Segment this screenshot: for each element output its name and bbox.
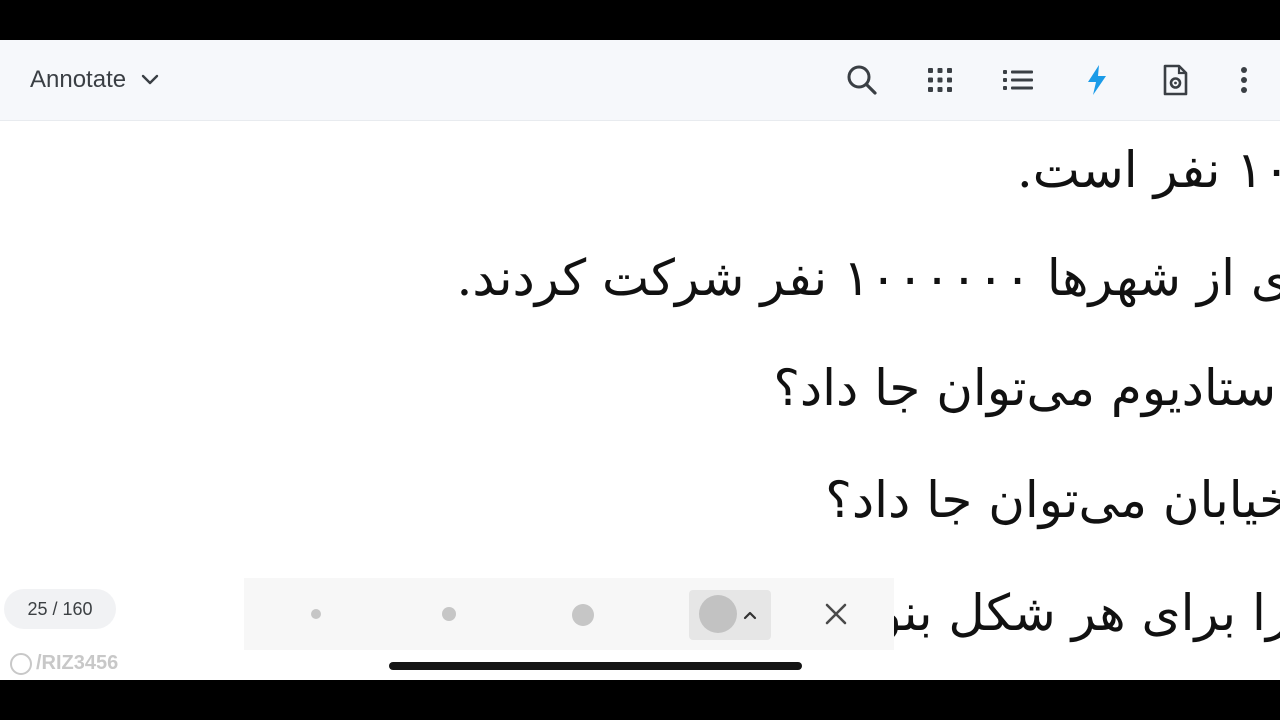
outline-button[interactable] <box>998 60 1038 100</box>
pen-size-large[interactable] <box>572 604 594 626</box>
pen-size-extra-large-selected[interactable] <box>689 590 771 640</box>
close-icon <box>825 603 847 625</box>
search-icon <box>847 65 877 95</box>
pen-size-medium[interactable] <box>442 607 456 621</box>
chevron-up-icon <box>743 611 757 620</box>
quick-actions-button[interactable] <box>1077 60 1117 100</box>
document-line-5: را برای هر شکل بنو <box>877 584 1280 642</box>
more-options-button[interactable] <box>1224 60 1264 100</box>
top-toolbar: Annotate <box>0 40 1280 121</box>
pen-size-extra-large <box>699 595 737 633</box>
watermark-text: /RIZ3456 <box>36 652 119 674</box>
document-line-4: خیابان می‌توان جا داد؟ <box>825 471 1280 529</box>
close-pen-toolbar-button[interactable] <box>822 600 850 628</box>
home-indicator[interactable] <box>389 662 802 670</box>
annotate-mode-label: Annotate <box>30 66 127 93</box>
document-line-1: ۱۰ نفر است. <box>1016 141 1280 199</box>
page-indicator[interactable]: 25 / 160 <box>4 589 116 629</box>
annotate-mode-dropdown[interactable]: Annotate <box>18 60 174 100</box>
watermark-icon <box>10 652 32 675</box>
search-button[interactable] <box>842 60 882 100</box>
page-settings-icon <box>1163 64 1188 96</box>
app-screen: Annotate ۱۰ نفر است. ی از شهرها ۱۰۰۰۰۰۰ … <box>0 40 1280 680</box>
thumbnails-button[interactable] <box>920 60 960 100</box>
chevron-down-icon <box>141 74 159 85</box>
lightning-icon <box>1088 65 1106 95</box>
pen-size-toolbar <box>244 578 894 650</box>
document-line-2: ی از شهرها ۱۰۰۰۰۰۰ نفر شرکت کردند. <box>456 249 1280 307</box>
list-icon <box>1003 70 1033 90</box>
pen-size-small[interactable] <box>311 609 321 619</box>
more-vertical-icon <box>1241 67 1247 93</box>
document-line-3: استادیوم می‌توان جا داد؟ <box>773 359 1280 417</box>
page-indicator-text: 25 / 160 <box>27 598 93 619</box>
grid-icon <box>928 68 952 92</box>
page-settings-button[interactable] <box>1155 60 1195 100</box>
watermark: /RIZ3456 <box>10 652 118 675</box>
